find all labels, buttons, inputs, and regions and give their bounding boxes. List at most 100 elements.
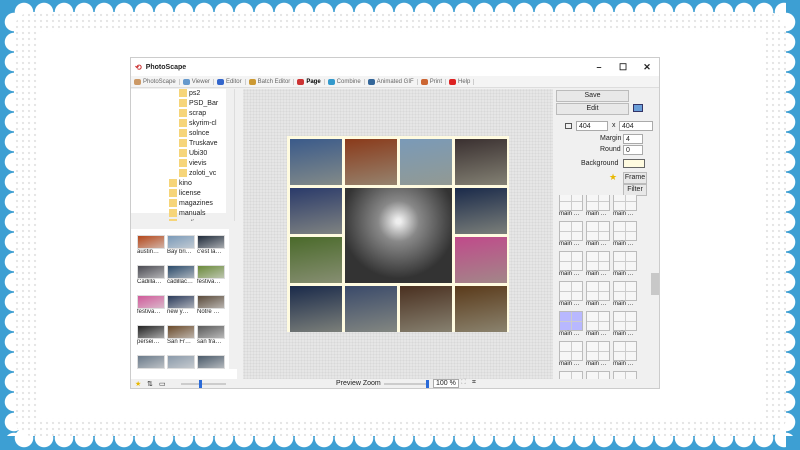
tree-folder[interactable]: magazines	[169, 199, 213, 209]
thumbnail[interactable]: festiva…	[197, 265, 225, 285]
page-template[interactable]: main …	[613, 341, 637, 367]
template-scrollbar[interactable]	[651, 195, 659, 379]
tree-folder[interactable]: manuals	[169, 209, 205, 219]
page-template[interactable]: main …	[613, 195, 637, 217]
page-template[interactable]: main …	[559, 251, 583, 277]
thumbnail[interactable]: san fra…	[197, 325, 225, 345]
tree-folder[interactable]: Ubi30	[179, 149, 207, 159]
tab-animated-gif[interactable]: Animated GIF	[365, 78, 418, 85]
margin-input[interactable]: 4	[623, 134, 643, 144]
page-template[interactable]: main …	[559, 195, 583, 217]
collage-photo[interactable]	[455, 139, 507, 185]
tree-folder[interactable]: kino	[169, 179, 192, 189]
tab-photoscape[interactable]: PhotoScape	[131, 78, 180, 85]
collage-photo[interactable]	[290, 286, 342, 332]
tab-editor[interactable]: Editor	[214, 78, 246, 85]
tab-batch-editor[interactable]: Batch Editor	[246, 78, 295, 85]
page-template[interactable]: main …	[586, 371, 610, 379]
zoom-value[interactable]: 100 %	[433, 379, 459, 388]
thumbnail[interactable]	[197, 355, 225, 369]
thumbnail[interactable]: Notre …	[197, 295, 225, 315]
thumbnail[interactable]: persei…	[137, 325, 165, 345]
page-template[interactable]: main …	[559, 311, 583, 337]
collage-photo[interactable]	[455, 286, 507, 332]
collage-photo[interactable]	[455, 188, 507, 234]
minimize-button[interactable]: –	[587, 62, 611, 73]
tree-folder[interactable]: skyrim-cl	[179, 119, 217, 129]
tree-folder[interactable]: zoloti_vc	[179, 169, 216, 179]
thumbnail[interactable]: c'est la…	[197, 235, 225, 255]
tree-folder[interactable]: scrap	[179, 109, 206, 119]
frame-button[interactable]: Frame	[623, 172, 647, 184]
page-template[interactable]: main …	[613, 221, 637, 247]
tab-page[interactable]: Page	[294, 78, 325, 85]
page-template[interactable]: main …	[613, 251, 637, 277]
thumbnail-scrollbar[interactable]	[229, 229, 237, 369]
tab-icon	[297, 78, 305, 85]
page-template[interactable]: main …	[586, 341, 610, 367]
collage-photo[interactable]	[345, 286, 397, 332]
thumbnail[interactable]: San Fr…	[167, 325, 195, 345]
width-select[interactable]: 404	[576, 121, 608, 131]
tab-label: PhotoScape	[143, 78, 176, 85]
thumbnail[interactable]	[137, 355, 165, 369]
collage-photo-main[interactable]	[345, 188, 452, 283]
up-folder-icon[interactable]: ⇅	[147, 380, 153, 388]
tree-vertical-scrollbar[interactable]	[226, 89, 234, 213]
tree-folder[interactable]: vievis	[179, 159, 207, 169]
collage-canvas[interactable]	[287, 136, 509, 332]
page-template[interactable]: main …	[586, 221, 610, 247]
page-template[interactable]: main …	[559, 341, 583, 367]
page-template[interactable]: main …	[586, 251, 610, 277]
actual-size-icon[interactable]: ⌗	[472, 379, 476, 387]
collage-photo[interactable]	[400, 139, 452, 185]
height-select[interactable]: 404	[619, 121, 653, 131]
collage-photo[interactable]	[290, 188, 342, 234]
tree-folder[interactable]: Truskave	[179, 139, 218, 149]
thumbnail[interactable]: festiva…	[137, 295, 165, 315]
collage-photo[interactable]	[290, 237, 342, 283]
close-button[interactable]: ✕	[635, 62, 659, 73]
page-template[interactable]: main …	[613, 281, 637, 307]
preview-zoom-slider[interactable]	[384, 380, 429, 388]
tab-print[interactable]: Print	[418, 78, 447, 85]
tab-combine[interactable]: Combine	[325, 78, 365, 85]
tree-folder[interactable]: solnce	[179, 129, 209, 139]
fit-icon[interactable]: ⛶	[461, 379, 466, 387]
thumbnail[interactable]	[167, 355, 195, 369]
save-button[interactable]: Save	[556, 90, 629, 102]
collage-photo[interactable]	[345, 139, 397, 185]
page-template[interactable]: main …	[586, 311, 610, 337]
thumbnail-size-slider[interactable]	[181, 380, 226, 388]
page-template[interactable]: main …	[613, 311, 637, 337]
tab-help[interactable]: Help	[446, 78, 475, 85]
thumbnail[interactable]: austin…	[137, 235, 165, 255]
page-template[interactable]: main …	[586, 281, 610, 307]
thumbnail[interactable]: Bay bri…	[167, 235, 195, 255]
edit-button[interactable]: Edit	[556, 103, 629, 115]
page-template[interactable]: main …	[559, 371, 583, 379]
page-template[interactable]: main …	[586, 195, 610, 217]
tree-folder[interactable]: ps2	[179, 89, 200, 99]
collage-photo[interactable]	[400, 286, 452, 332]
collage-photo[interactable]	[455, 237, 507, 283]
round-input[interactable]: 0	[623, 145, 643, 155]
favorite-icon[interactable]: ★	[135, 380, 141, 388]
background-color-button[interactable]	[623, 159, 645, 168]
tree-folder[interactable]: PSD_Bar	[179, 99, 218, 109]
page-template[interactable]: main …	[559, 281, 583, 307]
thumbnail[interactable]: Cadilla…	[137, 265, 165, 285]
list-icon[interactable]	[633, 104, 643, 112]
template-caption: main …	[559, 271, 580, 277]
thumbnail[interactable]: cadillac…	[167, 265, 195, 285]
folder-icon[interactable]: ▭	[159, 380, 166, 388]
tree-folder[interactable]: license	[169, 189, 201, 199]
collage-photo[interactable]	[290, 139, 342, 185]
tree-folder[interactable]: medi	[169, 219, 194, 221]
thumbnail[interactable]: new y…	[167, 295, 195, 315]
template-caption: main …	[586, 331, 607, 337]
page-template[interactable]: main …	[613, 371, 637, 379]
page-template[interactable]: main …	[559, 221, 583, 247]
maximize-button[interactable]: ☐	[611, 62, 635, 73]
tab-viewer[interactable]: Viewer	[180, 78, 214, 85]
